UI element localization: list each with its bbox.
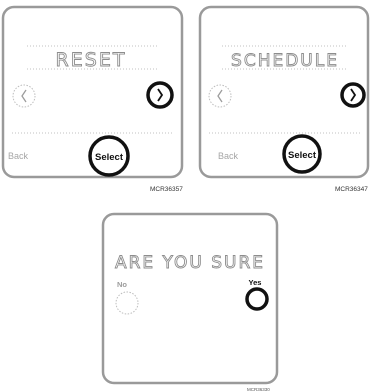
confirm-screen-panel: ARE YOU SURE No Yes MCR36330 [101,212,279,392]
schedule-screen-panel: SCHEDULE Back Select MCR36347 [198,5,370,193]
figure-code: MCR36357 [150,186,183,193]
select-label: Select [95,152,124,163]
display-text: RESET [56,49,127,71]
next-button[interactable] [340,82,366,108]
yes-label: Yes [249,278,262,287]
reset-screen-panel: RESET Back Select MCR36357 [1,5,183,193]
select-button[interactable]: Select [282,134,322,174]
back-button[interactable]: Back [8,151,29,161]
select-label: Select [288,150,317,161]
figure-code: MCR36330 [247,387,270,392]
back-button[interactable]: Back [218,151,239,161]
select-button[interactable]: Select [88,135,130,177]
display-text: ARE YOU SURE [115,253,265,273]
next-button[interactable] [146,81,174,109]
no-label: No [117,280,127,289]
prev-button[interactable] [12,84,36,108]
prev-button[interactable] [208,84,232,108]
thermostat-reset-diagram: RESET Back Select MCR36357 SCHEDULE Back… [1,5,370,392]
display-text: SCHEDULE [231,51,339,71]
figure-code: MCR36347 [335,186,368,193]
